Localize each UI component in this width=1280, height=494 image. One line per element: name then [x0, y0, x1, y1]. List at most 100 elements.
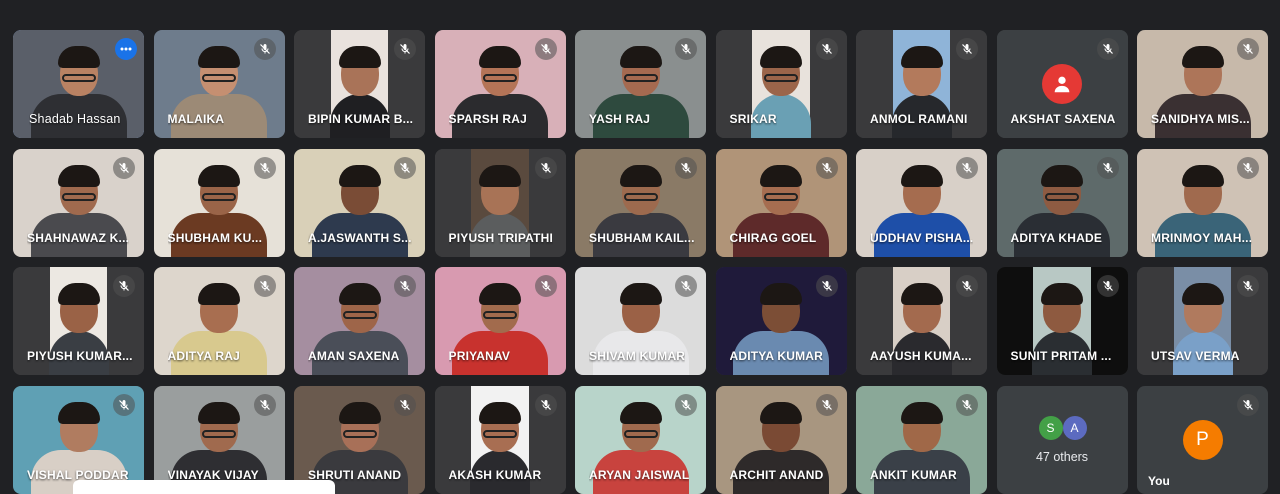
participant-name: SRIKAR [729, 112, 777, 126]
mic-off-icon [394, 393, 416, 416]
participant-tile[interactable]: UTSAV VERMA [1137, 267, 1268, 375]
participant-name: PIYUSH KUMAR... [27, 349, 133, 363]
mic-off-icon [675, 393, 697, 416]
mic-off-icon [394, 275, 416, 297]
participant-tile[interactable]: SHAHNAWAZ K... [13, 148, 144, 257]
participant-name: PIYUSH TRIPATHI [448, 230, 554, 245]
participant-avatar [1042, 64, 1082, 104]
participant-tile[interactable]: ADITYA KHADE [996, 148, 1128, 257]
participant-tile[interactable]: SRIKAR [715, 30, 847, 138]
participant-name: ADITYA RAJ [167, 349, 240, 363]
participant-name: A.JASWANTH S... [308, 230, 412, 245]
participant-name: UDDHAV PISHA... [870, 230, 974, 245]
participant-tile[interactable]: SHUBHAM KAIL... [575, 148, 706, 257]
mic-off-icon [253, 156, 276, 179]
participant-tile[interactable]: BIPIN KUMAR B... [294, 30, 425, 138]
other-participant-avatar: S [1038, 415, 1063, 440]
mic-off-icon [1096, 38, 1119, 60]
mic-off-icon [956, 393, 978, 416]
participant-grid: Shadab Hassan MALAIKA BIPIN KUMAR B... SPAR… [13, 30, 1268, 494]
others-tile[interactable]: S A 47 others [996, 385, 1128, 494]
bottom-popup [73, 480, 335, 494]
mic-off-icon [1237, 275, 1259, 297]
mic-off-icon [815, 275, 838, 297]
mic-off-icon [534, 393, 557, 416]
participant-name: SHUBHAM KU... [167, 230, 263, 245]
participant-name: CHIRAG GOEL [729, 230, 817, 245]
participant-name: ADITYA KUMAR [729, 349, 824, 363]
participant-tile[interactable]: Shadab Hassan [13, 30, 144, 138]
participant-tile[interactable]: VINAYAK VIJAY [153, 385, 285, 494]
mic-off-icon [815, 38, 838, 60]
mic-off-icon [815, 156, 838, 179]
mic-off-icon [956, 38, 978, 60]
participant-tile[interactable]: UDDHAV PISHA... [856, 148, 987, 257]
others-count-label: 47 others [1035, 449, 1089, 464]
mic-off-icon [675, 275, 697, 297]
participant-name: Shadab Hassan [29, 112, 121, 126]
participant-tile[interactable]: AKSHAT SAXENA [996, 30, 1128, 138]
participant-tile[interactable]: CHIRAG GOEL [715, 148, 847, 257]
mic-off-icon [1237, 393, 1259, 416]
mic-off-icon [113, 156, 135, 179]
participant-tile[interactable]: AKASH KUMAR [434, 385, 566, 494]
participant-tile[interactable]: VISHAL PODDAR [13, 385, 144, 494]
self-label: You [1148, 473, 1170, 488]
participant-name: ANMOL RAMANI [870, 112, 968, 126]
mic-off-icon [113, 275, 135, 297]
participant-tile[interactable]: ADITYA RAJ [153, 267, 285, 375]
participant-tile[interactable]: ADITYA KUMAR [715, 267, 847, 375]
participant-name: PRIYANAV [448, 349, 511, 363]
mic-off-icon [534, 275, 557, 297]
participant-tile[interactable]: MALAIKA [153, 30, 285, 138]
participant-tile[interactable]: MRINMOY MAH... [1137, 148, 1268, 257]
participant-name: SHUBHAM KAIL... [589, 230, 695, 245]
participant-name: SPARSH RAJ [448, 112, 527, 126]
participant-name: AAYUSH KUMA... [870, 349, 972, 363]
participant-tile[interactable]: PIYUSH TRIPATHI [434, 148, 566, 257]
participant-tile[interactable]: PIYUSH KUMAR... [13, 267, 144, 375]
participant-name: SHIVAM KUMAR [589, 349, 686, 363]
participant-tile[interactable]: YASH RAJ [575, 30, 706, 138]
participant-name: ADITYA KHADE [1010, 230, 1103, 245]
participant-tile[interactable]: ANMOL RAMANI [856, 30, 987, 138]
participant-name: BIPIN KUMAR B... [308, 112, 414, 126]
participant-tile[interactable]: SUNIT PRITAM ... [996, 267, 1128, 375]
mic-off-icon [253, 393, 276, 416]
mic-off-icon [1237, 156, 1259, 179]
mic-off-icon [956, 156, 978, 179]
participant-tile[interactable]: PRIYANAV [434, 267, 566, 375]
participant-tile[interactable]: SHIVAM KUMAR [575, 267, 706, 375]
participant-tile[interactable]: AAYUSH KUMA... [856, 267, 987, 375]
mic-off-icon [394, 156, 416, 179]
mic-off-icon [956, 275, 978, 297]
participant-name: SANIDHYA MIS... [1151, 112, 1250, 126]
mic-off-icon [534, 156, 557, 179]
participant-tile[interactable]: SANIDHYA MIS... [1137, 30, 1268, 138]
participant-name: ANKIT KUMAR [870, 467, 957, 482]
participant-name: AKSHAT SAXENA [1010, 112, 1116, 126]
participant-name: AMAN SAXENA [308, 349, 400, 363]
participant-name: AKASH KUMAR [448, 467, 542, 482]
mic-off-icon [675, 38, 697, 60]
participant-name: MRINMOY MAH... [1151, 230, 1253, 245]
participant-tile[interactable]: SHRUTI ANAND [294, 385, 425, 494]
participant-name: UTSAV VERMA [1151, 349, 1240, 363]
participant-tile[interactable]: ARYAN JAISWAL [575, 385, 706, 494]
more-options-icon[interactable] [115, 38, 137, 60]
participant-tile[interactable]: A.JASWANTH S... [294, 148, 425, 257]
other-participant-avatar: A [1062, 415, 1087, 440]
participant-tile[interactable]: ANKIT KUMAR [856, 385, 987, 494]
participant-name: ARCHIT ANAND [729, 467, 824, 482]
participant-tile[interactable]: SHUBHAM KU... [153, 148, 285, 257]
mic-off-icon [253, 275, 276, 297]
self-tile[interactable]: P You [1137, 385, 1268, 494]
participant-tile[interactable]: AMAN SAXENA [294, 267, 425, 375]
participant-tile[interactable]: ARCHIT ANAND [715, 385, 847, 494]
mic-off-icon [815, 393, 838, 416]
participant-name: SHAHNAWAZ K... [27, 230, 130, 245]
self-avatar: P [1182, 419, 1223, 460]
mic-off-icon [394, 38, 416, 60]
participant-tile[interactable]: SPARSH RAJ [434, 30, 566, 138]
participant-name: ARYAN JAISWAL [589, 467, 690, 482]
